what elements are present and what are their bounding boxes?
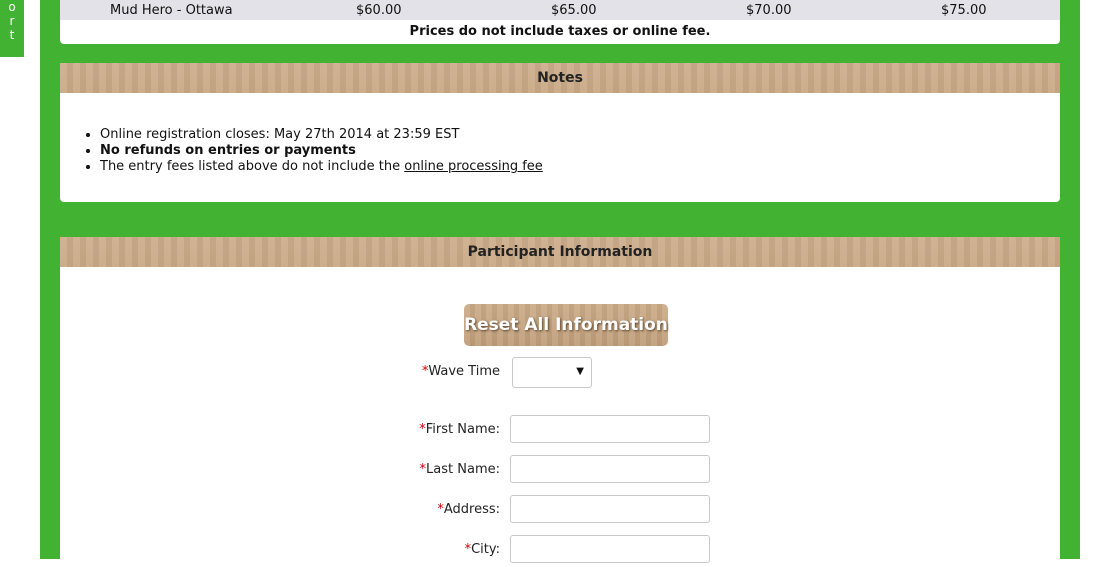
support-tab-letter: t	[9, 28, 15, 42]
price-cell: $60.00	[356, 2, 402, 18]
notes-panel: Notes Online registration closes: May 27…	[60, 63, 1060, 202]
last-name-label-text: Last Name:	[426, 462, 500, 477]
list-item: The entry fees listed above do not inclu…	[100, 159, 1060, 175]
address-label-text: Address:	[443, 502, 500, 517]
support-tab[interactable]: o r t	[0, 0, 24, 57]
notes-list: Online registration closes: May 27th 201…	[60, 127, 1060, 175]
price-cell: $65.00	[551, 2, 597, 18]
address-label: *Address:	[300, 502, 500, 517]
first-name-label: *First Name:	[300, 422, 500, 437]
support-tab-letter: o	[8, 0, 16, 14]
list-item: No refunds on entries or payments	[100, 143, 1060, 159]
price-table: Mud Hero - Ottawa $60.00 $65.00 $70.00 $…	[60, 0, 1060, 44]
participant-panel: Participant Information Reset All Inform…	[60, 237, 1060, 567]
list-item: Online registration closes: May 27th 201…	[100, 127, 1060, 143]
first-name-label-text: First Name:	[425, 422, 500, 437]
city-label-text: City:	[471, 542, 500, 557]
first-name-field[interactable]	[510, 415, 710, 443]
last-name-label: *Last Name:	[300, 462, 500, 477]
last-name-field[interactable]	[510, 455, 710, 483]
wave-time-select[interactable]: ▼	[512, 357, 592, 388]
wave-time-label: *Wave Time	[300, 364, 500, 379]
event-name: Mud Hero - Ottawa	[110, 2, 233, 18]
city-label: *City:	[300, 542, 500, 557]
chevron-down-icon: ▼	[576, 366, 584, 377]
price-cell: $75.00	[941, 2, 987, 18]
price-note: Prices do not include taxes or online fe…	[409, 24, 711, 39]
price-cell: $70.00	[746, 2, 792, 18]
reset-all-button[interactable]: Reset All Information	[464, 304, 668, 346]
table-row: Mud Hero - Ottawa $60.00 $65.00 $70.00 $…	[60, 0, 1060, 20]
participant-header: Participant Information	[60, 237, 1060, 267]
list-item-text: The entry fees listed above do not inclu…	[100, 159, 405, 174]
notes-header: Notes	[60, 63, 1060, 93]
wave-time-label-text: Wave Time	[428, 364, 500, 379]
processing-fee-link[interactable]: online processing fee	[404, 159, 543, 174]
address-field[interactable]	[510, 495, 710, 523]
support-tab-letter: r	[9, 14, 15, 28]
